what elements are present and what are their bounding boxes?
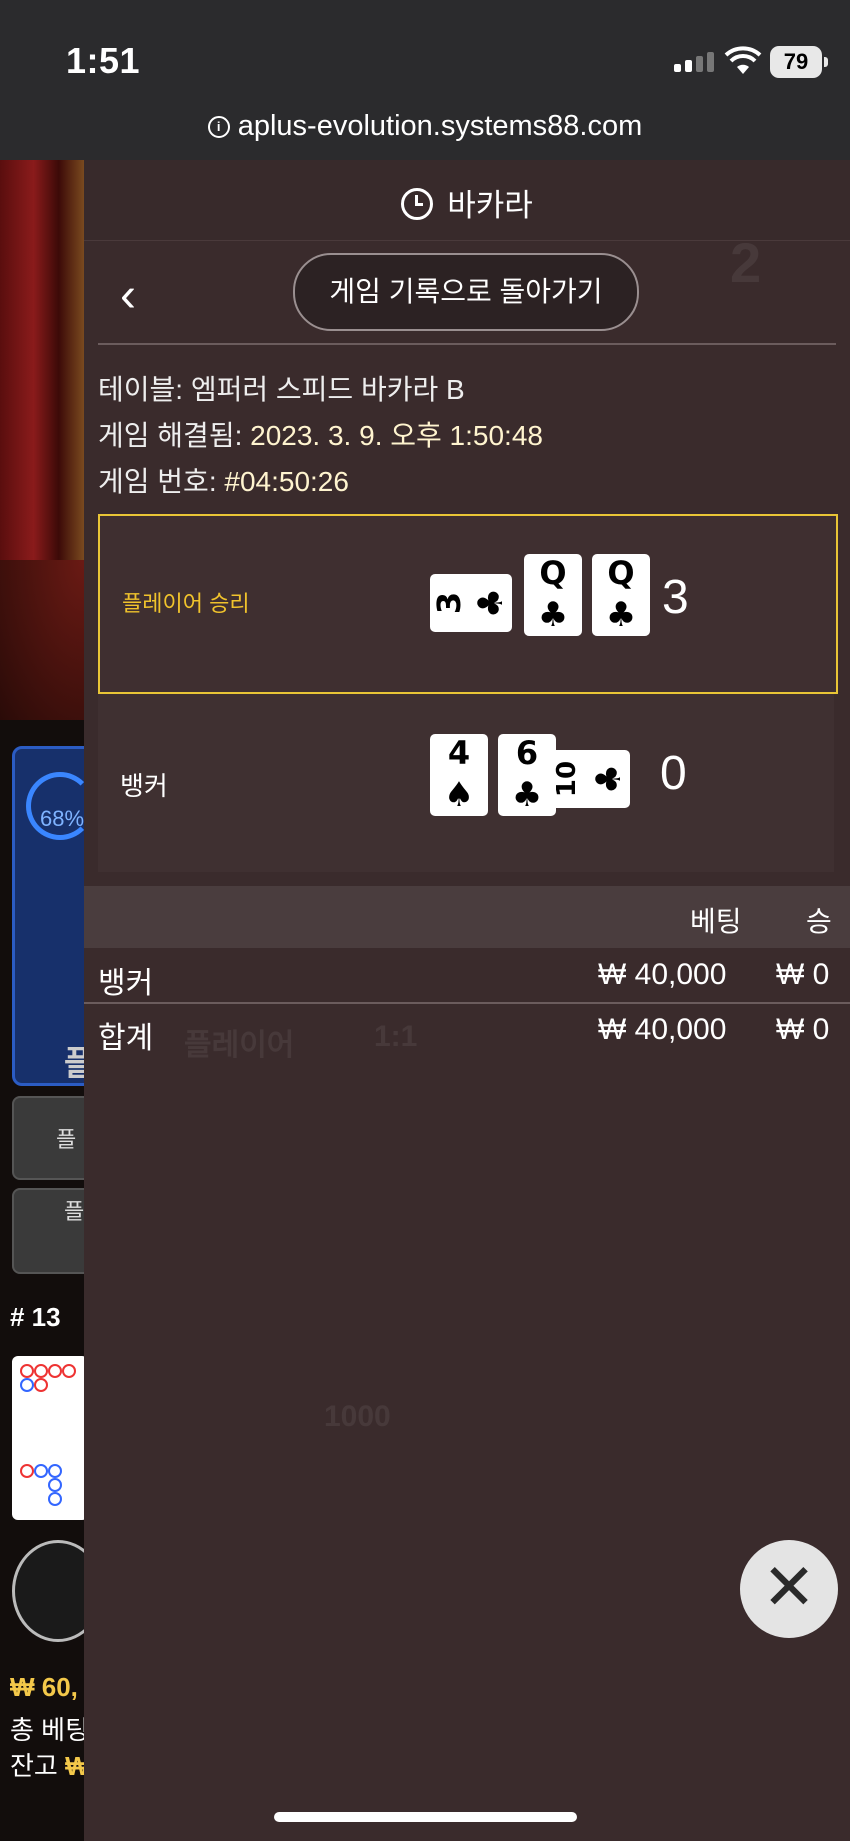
back-to-history-button[interactable]: 게임 기록으로 돌아가기 <box>293 253 639 331</box>
player-card-2: Q ♣ <box>524 554 582 636</box>
bet-row: 뱅커 ₩ 40,000 ₩ 0 <box>84 950 850 1002</box>
percent-text: 68% <box>40 806 85 831</box>
total-bet-label: 총 베팅 <box>10 1715 89 1745</box>
table-name: 테이블: 엠퍼러 스피드 바카라 B <box>98 374 465 405</box>
divider <box>84 1002 850 1004</box>
total-name: 합계 <box>98 1022 154 1055</box>
banker-result-row: 뱅커 4 ♠ 6 ♣ 10 ♣ 0 <box>98 694 834 872</box>
panel-header: 바카라 <box>84 160 850 241</box>
player-win-label: 플레이어 승리 <box>122 591 250 616</box>
home-indicator[interactable] <box>274 1812 577 1822</box>
bet-name: 뱅커 <box>98 967 154 1000</box>
road-map <box>12 1356 88 1520</box>
url-text: aplus-evolution.systems88.com <box>237 110 643 142</box>
banker-score: 0 <box>660 747 687 800</box>
banker-label: 뱅커 <box>120 771 168 801</box>
bet-column-header: 베팅 <box>690 906 742 937</box>
back-chevron-icon[interactable]: ‹ <box>120 272 136 320</box>
win-column-header: 승 <box>806 906 832 937</box>
info-icon: i <box>207 116 230 139</box>
background-button <box>12 1096 92 1180</box>
win-amount: ₩ 0 <box>776 958 830 991</box>
total-win-amount: ₩ 0 <box>776 1013 830 1046</box>
background-button-text: 플 <box>64 1199 85 1224</box>
player-score: 3 <box>662 571 689 624</box>
close-button[interactable]: ✕ <box>740 1540 838 1638</box>
panel-title: 바카라 <box>84 180 850 225</box>
player-card-3: Q ♣ <box>592 554 650 636</box>
game-number: 게임 번호: #04:50:26 <box>98 466 349 497</box>
bets-table-header: 베팅 승 <box>84 886 850 948</box>
game-history-panel: 바카라 2 플레이어 1:1 1000 ‹ 게임 기록으로 돌아가기 테이블: … <box>84 160 850 1841</box>
cellular-signal-icon <box>674 52 714 72</box>
bet-amount: ₩ 40,000 <box>598 958 727 991</box>
player-result-row: 플레이어 승리 3 ♣ Q ♣ Q ♣ 3 <box>98 514 838 694</box>
remaining-balance: 잔고 ₩ <box>10 1751 90 1781</box>
banker-card-1: 4 ♠ <box>430 734 488 816</box>
bet-total-row: 합계 ₩ 40,000 ₩ 0 <box>84 1005 850 1057</box>
address-bar[interactable]: i aplus-evolution.systems88.com <box>0 110 850 143</box>
total-bet-amount: ₩ 40,000 <box>598 1013 727 1046</box>
wifi-icon <box>724 46 762 74</box>
round-number: # 13 <box>10 1302 61 1332</box>
status-bar: 1:51 79 i aplus-evolution.systems88.com <box>0 0 850 160</box>
background-table <box>0 560 84 720</box>
divider <box>98 343 836 345</box>
battery-icon: 79 <box>770 46 828 78</box>
ghost-text: 2 <box>730 231 762 294</box>
background-button-text: 플 <box>56 1127 77 1152</box>
clock: 1:51 <box>66 40 141 81</box>
ghost-text: 1000 <box>324 1400 391 1433</box>
player-card-1: 3 ♣ <box>430 574 512 632</box>
history-icon <box>401 188 434 220</box>
banker-card-3: 10 ♣ <box>548 750 630 808</box>
resolved-time: 게임 해결됨: 2023. 3. 9. 오후 1:50:48 <box>98 420 543 451</box>
balance-amount: ₩ 60, <box>10 1672 78 1702</box>
